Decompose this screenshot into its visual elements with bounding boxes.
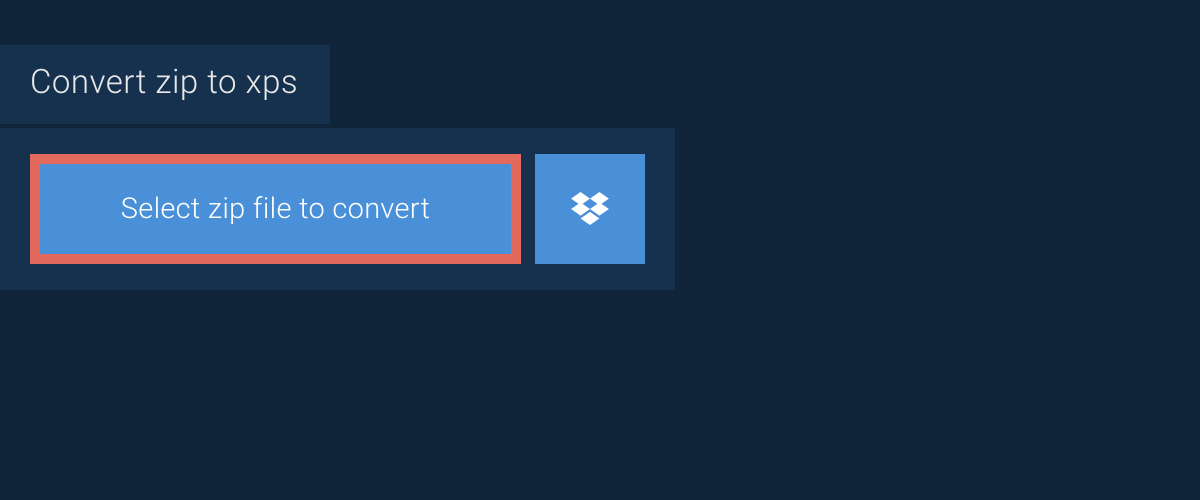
tab-label: Convert zip to xps xyxy=(30,63,298,102)
dropbox-icon xyxy=(571,192,609,226)
dropbox-button[interactable] xyxy=(535,154,645,264)
select-file-button-label: Select zip file to convert xyxy=(121,192,430,226)
select-file-button[interactable]: Select zip file to convert xyxy=(30,154,521,264)
upload-panel: Select zip file to convert xyxy=(0,128,675,290)
tab-bar: Convert zip to xps xyxy=(0,45,330,124)
tab-convert[interactable]: Convert zip to xps xyxy=(0,45,330,124)
